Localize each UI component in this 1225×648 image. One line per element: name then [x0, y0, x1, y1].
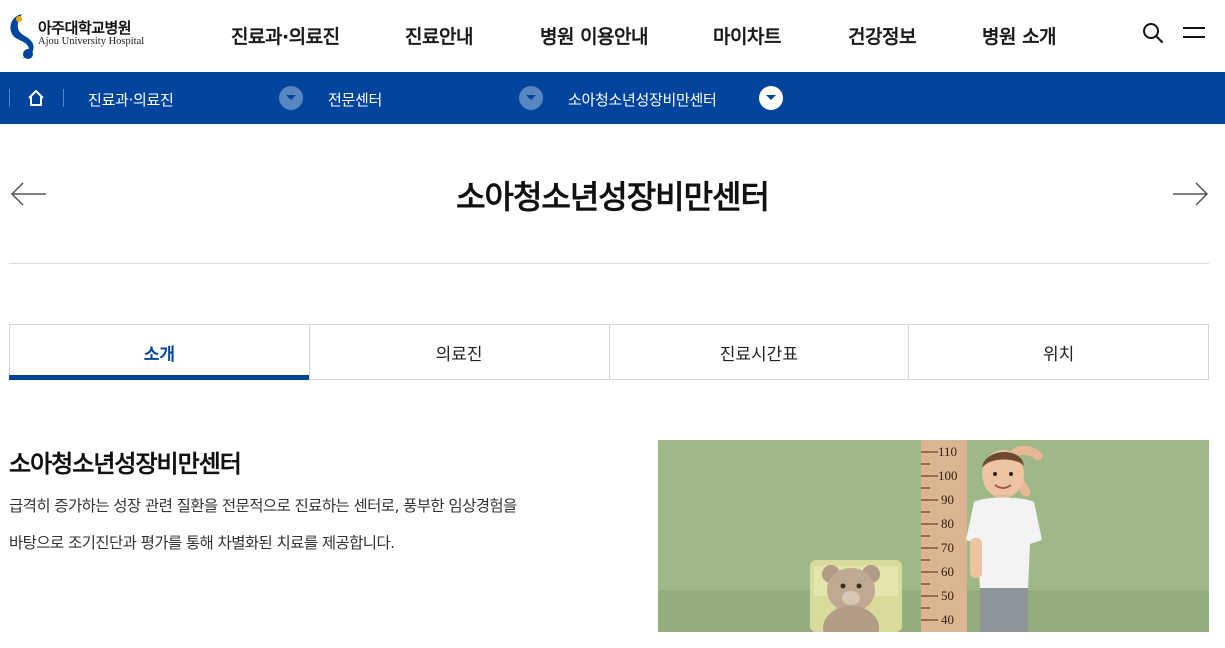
- hero-image: 110 100 90 80 70 60 50 40: [658, 440, 1209, 632]
- chevron-down-icon[interactable]: [759, 86, 783, 110]
- breadcrumb-item-current-center[interactable]: 소아청소년성장비만센터: [568, 89, 717, 110]
- intro-text-line: 바탕으로 조기진단과 평가를 통해 차별화된 치료를 제공합니다.: [9, 534, 395, 552]
- hospital-logo[interactable]: 아주대학교병원 Ajou University Hospital: [8, 12, 158, 62]
- breadcrumb-divider: [9, 89, 10, 107]
- home-icon[interactable]: [26, 88, 46, 108]
- menu-icon[interactable]: [1181, 20, 1207, 46]
- chevron-down-icon[interactable]: [279, 86, 303, 110]
- nav-my-chart[interactable]: 마이차트: [713, 22, 781, 49]
- nav-departments[interactable]: 진료과·의료진: [231, 22, 340, 49]
- tab-bar: 소개 의료진 진료시간표 위치: [9, 324, 1209, 380]
- ruler-mark-label: 70: [941, 540, 954, 555]
- ruler-mark-label: 90: [941, 492, 954, 507]
- search-icon[interactable]: [1140, 20, 1166, 46]
- ruler-mark-label: 50: [941, 588, 954, 603]
- arrow-right-icon[interactable]: [1171, 180, 1209, 208]
- logo-english-text: Ajou University Hospital: [38, 36, 145, 47]
- nav-treatment-guide[interactable]: 진료안내: [405, 22, 473, 49]
- breadcrumb-item-specialty-center[interactable]: 전문센터: [328, 89, 382, 110]
- ruler-mark-label: 40: [941, 612, 954, 627]
- nav-about-hospital[interactable]: 병원 소개: [982, 22, 1057, 49]
- tab-doctors[interactable]: 의료진: [308, 325, 609, 379]
- ruler-mark-label: 60: [941, 564, 954, 579]
- intro-text-line: 급격히 증가하는 성장 관련 질환을 전문적으로 진료하는 센터로, 풍부한 임…: [9, 497, 517, 515]
- intro-heading: 소아청소년성장비만센터: [9, 450, 242, 478]
- chevron-down-icon[interactable]: [519, 86, 543, 110]
- page-title: 소아청소년성장비만센터: [456, 178, 770, 216]
- logo-korean-text: 아주대학교병원: [38, 19, 132, 37]
- logo-mark-icon: [10, 14, 34, 59]
- ruler-mark-label: 110: [938, 444, 957, 459]
- tab-location[interactable]: 위치: [908, 325, 1208, 379]
- nav-health-info[interactable]: 건강정보: [848, 22, 916, 49]
- breadcrumb-divider: [63, 89, 64, 107]
- site-header: 아주대학교병원 Ajou University Hospital 진료과·의료진…: [0, 0, 1225, 72]
- ruler-mark-label: 100: [938, 468, 958, 483]
- breadcrumb: 진료과·의료진 전문센터 소아청소년성장비만센터: [0, 72, 1225, 124]
- tab-schedule[interactable]: 진료시간표: [608, 325, 909, 379]
- title-divider: [9, 263, 1209, 264]
- ruler-mark-label: 80: [941, 516, 954, 531]
- tab-intro[interactable]: 소개: [9, 325, 309, 380]
- breadcrumb-item-departments[interactable]: 진료과·의료진: [88, 89, 174, 110]
- nav-hospital-guide[interactable]: 병원 이용안내: [540, 22, 649, 49]
